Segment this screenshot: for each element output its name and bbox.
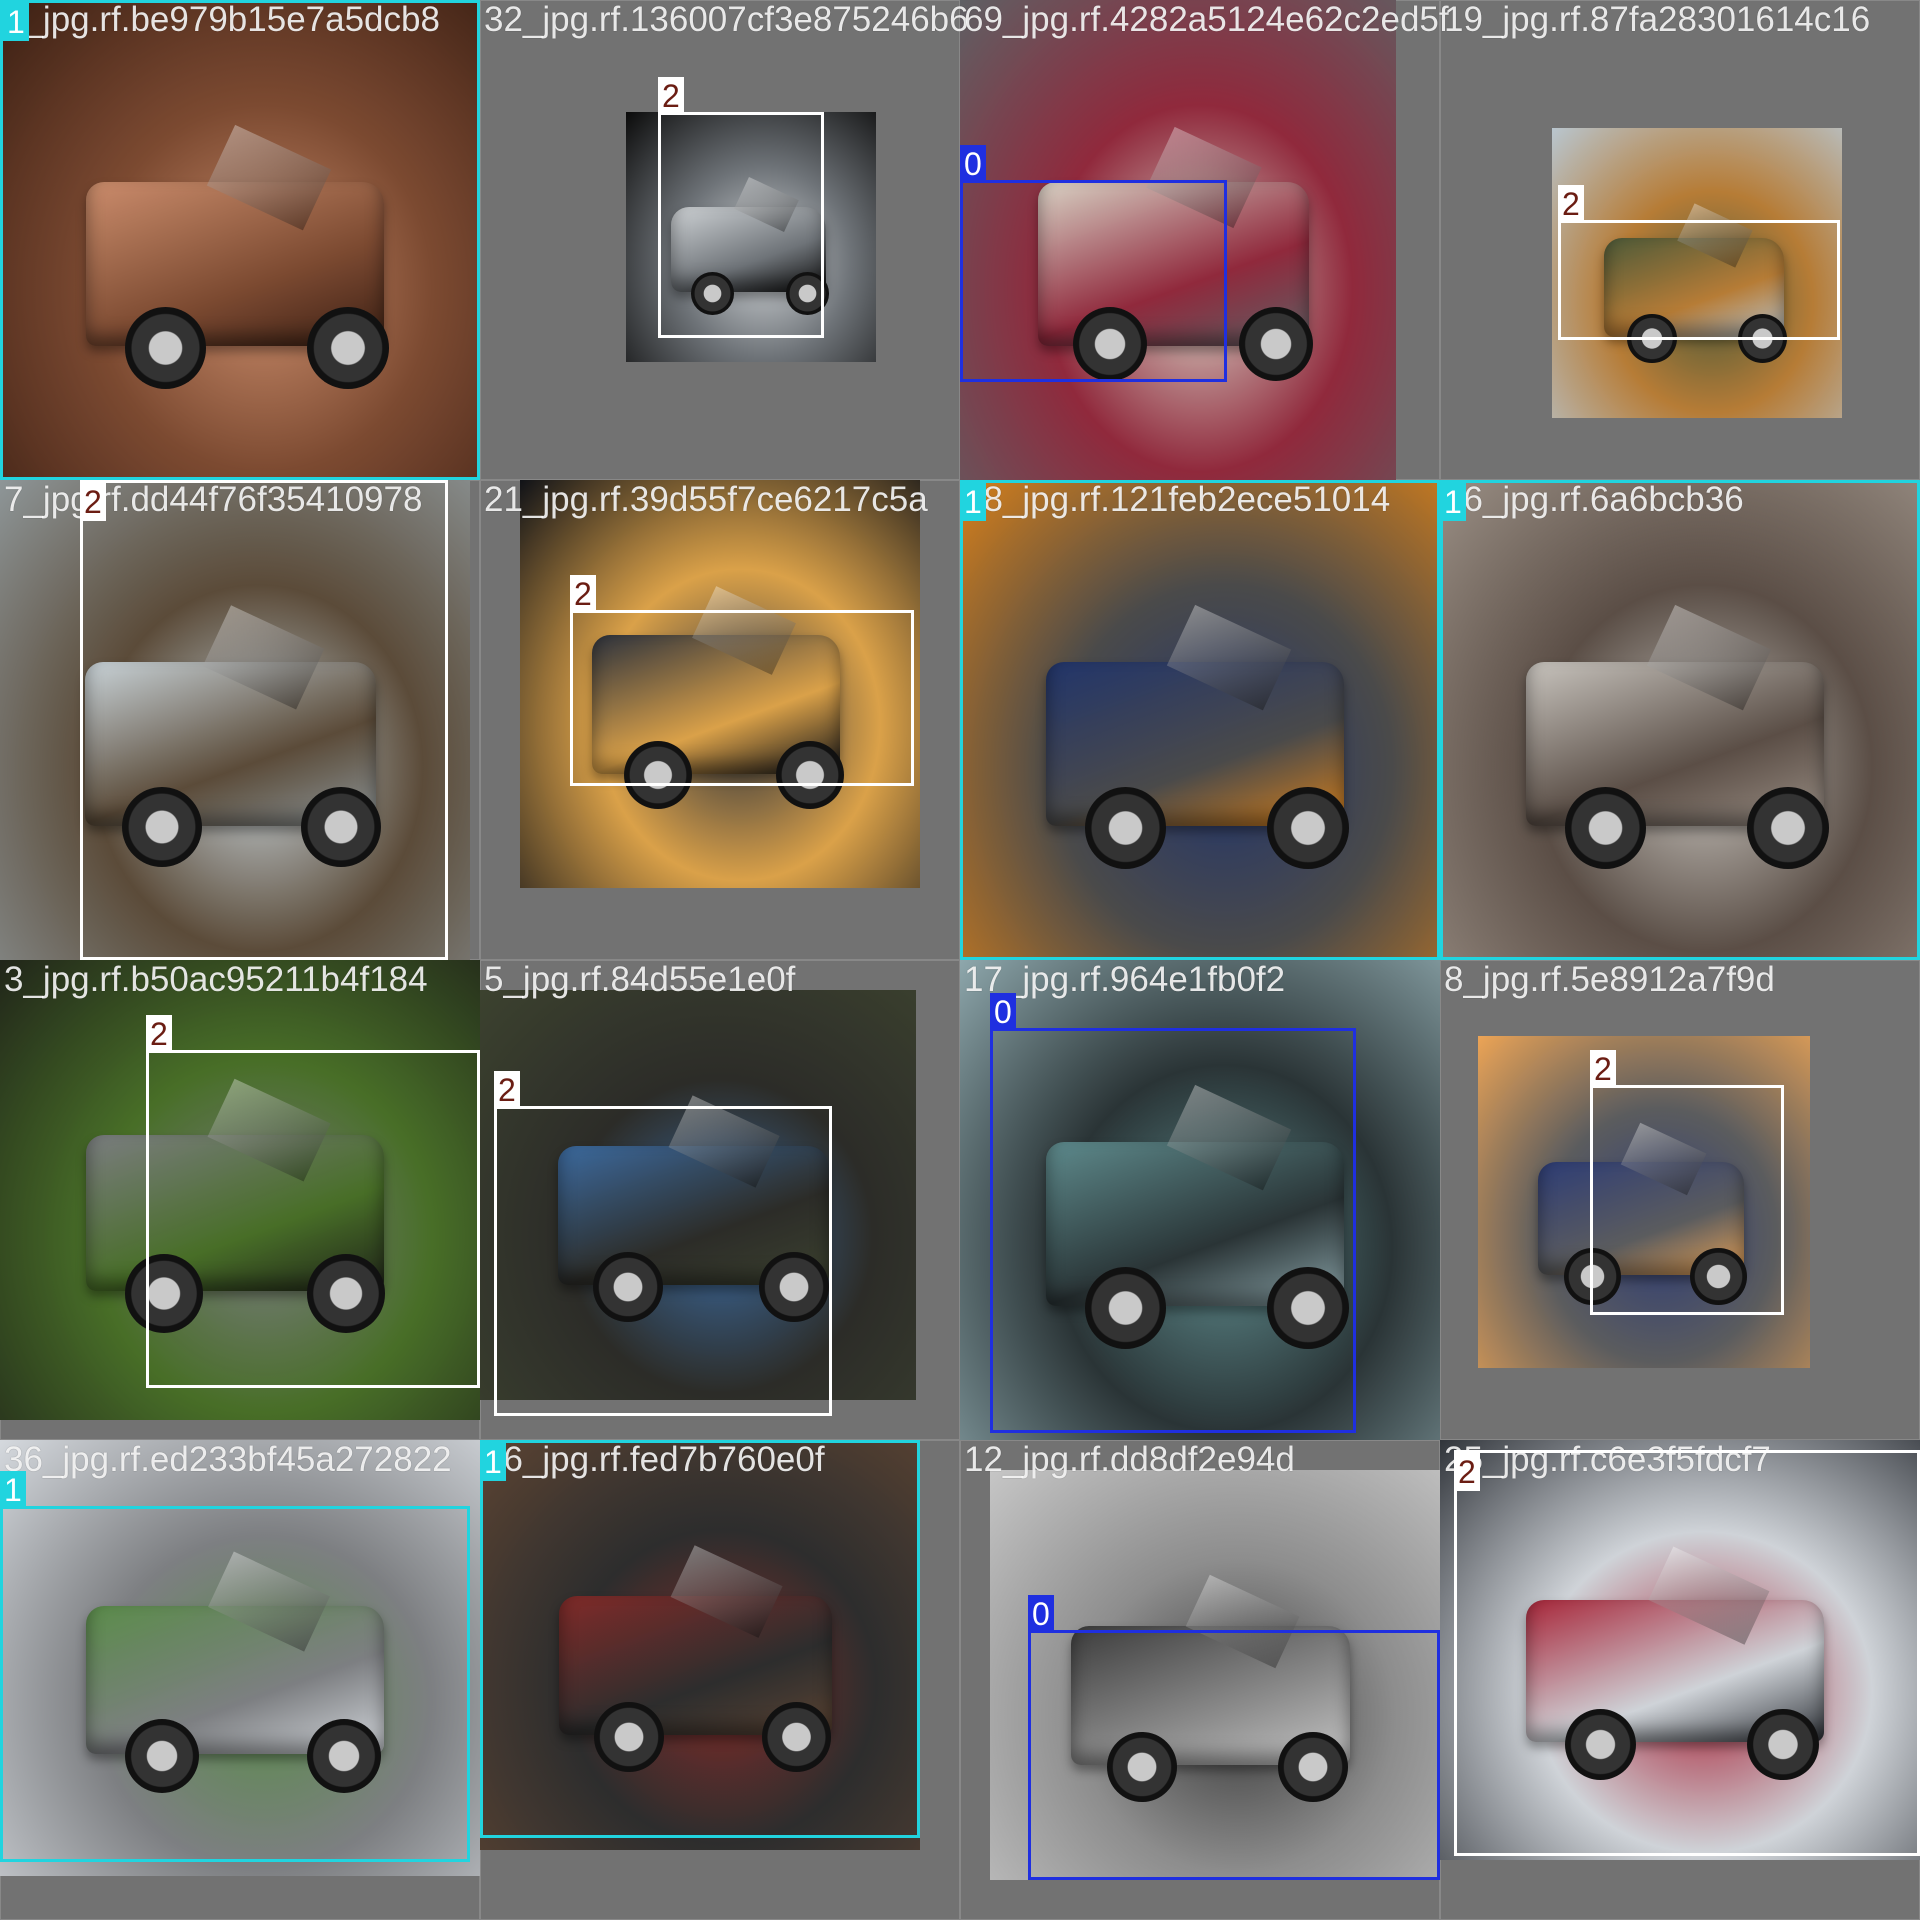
detection-label: 2	[1454, 1453, 1480, 1491]
detection-box: 1	[1440, 480, 1920, 960]
detection-label: 2	[494, 1071, 520, 1109]
tile-6: 21_jpg.rf.39d55f7ce6217c5a 2	[480, 480, 960, 960]
detection-label: 2	[658, 77, 684, 115]
detection-box: 2	[570, 575, 914, 786]
detection-label: 2	[1558, 185, 1584, 223]
tile-filename: 19_jpg.rf.87fa28301614c16	[1444, 0, 1871, 39]
tile-3: 69_jpg.rf.4282a5124e62c2ed5f 0	[960, 0, 1449, 480]
tile-11: 17_jpg.rf.964e1fb0f2 0	[960, 960, 1440, 1440]
detection-box: 2	[658, 77, 824, 338]
detection-box: 0	[1028, 1595, 1440, 1880]
detection-label: 1	[3, 3, 29, 41]
detection-box: 2	[80, 480, 448, 960]
detection-label: 1	[480, 1443, 506, 1481]
detection-box: 2	[494, 1071, 832, 1416]
tile-8: 26_jpg.rf.6a6bcb36 1	[1440, 480, 1920, 960]
detection-label: 0	[1028, 1595, 1054, 1633]
detection-label: 1	[1440, 483, 1466, 521]
tile-filename: 8_jpg.rf.5e8912a7f9d	[1444, 960, 1775, 999]
detection-box: 2	[146, 1015, 480, 1388]
detection-label: 2	[146, 1015, 172, 1053]
tile-15: 12_jpg.rf.dd8df2e94d 0	[960, 1440, 1440, 1920]
tile-5: 7_jpg.rf.dd44f76f35410978 2	[0, 480, 480, 960]
tile-16: 25_jpg.rf.c6e3f5fdcf7 2	[1440, 1440, 1920, 1920]
detection-label: 2	[570, 575, 596, 613]
tile-4: 19_jpg.rf.87fa28301614c16 2	[1440, 0, 1920, 480]
tile-14: 36_jpg.rf.fed7b760e0f 1	[480, 1440, 960, 1920]
detection-box: 2	[1558, 185, 1840, 340]
detection-box: 2	[1454, 1450, 1920, 1856]
detection-box: 1	[0, 1471, 470, 1862]
tile-7: 28_jpg.rf.121feb2ece51014 1	[960, 480, 1440, 960]
detection-box: 0	[990, 993, 1356, 1433]
tile-9: 3_jpg.rf.b50ac95211b4f184 2	[0, 960, 480, 1440]
detection-label: 0	[960, 145, 986, 183]
detection-box: 0	[960, 145, 1227, 382]
detection-label: 1	[960, 483, 986, 521]
wheel-shape	[1239, 307, 1314, 382]
mosaic-grid: 1_jpg.rf.be979b15e7a5dcb8 1 32_jpg.rf.13…	[0, 0, 1920, 1920]
detection-box: 1	[0, 0, 480, 480]
tile-10: 5_jpg.rf.84d55e1e0f 2	[480, 960, 960, 1440]
detection-label: 0	[990, 993, 1016, 1031]
detection-label: 2	[1590, 1050, 1616, 1088]
tile-filename: 32_jpg.rf.136007cf3e875246b6	[484, 0, 969, 39]
detection-box: 1	[480, 1440, 920, 1838]
tile-12: 8_jpg.rf.5e8912a7f9d 2	[1440, 960, 1920, 1440]
tile-1: 1_jpg.rf.be979b15e7a5dcb8 1	[0, 0, 480, 480]
detection-label: 1	[0, 1471, 26, 1509]
detection-label: 2	[80, 483, 106, 521]
tile-13: 36_jpg.rf.ed233bf45a272822 1	[0, 1440, 480, 1920]
detection-box: 2	[1590, 1050, 1784, 1315]
detection-box: 1	[960, 480, 1440, 960]
tile-2: 32_jpg.rf.136007cf3e875246b6 2	[480, 0, 969, 480]
